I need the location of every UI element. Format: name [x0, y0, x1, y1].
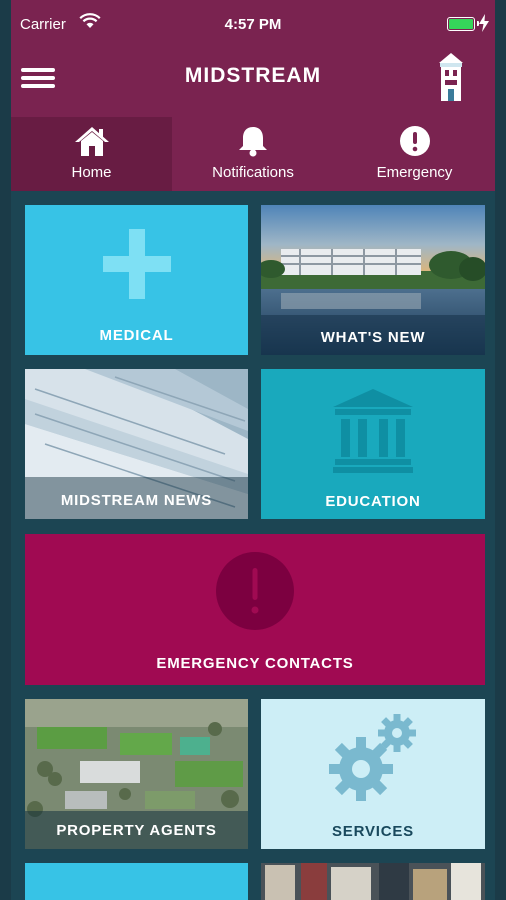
battery-icon	[447, 17, 479, 31]
tile-partial-right[interactable]	[261, 863, 485, 900]
app-title: MIDSTREAM	[184, 64, 322, 87]
building-icon	[333, 389, 413, 473]
plus-icon	[103, 229, 171, 299]
bell-icon	[239, 127, 267, 157]
exclamation-icon	[216, 552, 294, 630]
tile-whats-new-label: WHAT'S NEW	[320, 329, 426, 346]
tab-home[interactable]: Home	[11, 117, 172, 191]
app-screen: Carrier 4:57 PM MIDSTREAM Home Notificat…	[11, 0, 495, 900]
tab-emergency[interactable]: Emergency	[334, 117, 495, 191]
tile-midstream-news[interactable]: MIDSTREAM NEWS	[25, 369, 248, 519]
tile-education[interactable]: EDUCATION	[261, 369, 485, 519]
tab-notifications-label: Notifications	[212, 164, 294, 181]
exclamation-icon	[399, 126, 430, 156]
shop-photo	[261, 863, 485, 900]
tab-home-label: Home	[71, 164, 112, 181]
tile-emergency-contacts[interactable]: EMERGENCY CONTACTS	[25, 534, 485, 685]
tile-medical[interactable]: MEDICAL	[25, 205, 248, 355]
status-bar: Carrier 4:57 PM	[11, 0, 495, 38]
tab-emergency-label: Emergency	[376, 164, 453, 181]
tab-bar: Home Notifications Emergency	[11, 117, 495, 191]
clock: 4:57 PM	[224, 16, 282, 33]
app-header: Carrier 4:57 PM MIDSTREAM Home Notificat…	[11, 0, 495, 191]
tile-property-agents-label: PROPERTY AGENTS	[56, 822, 217, 839]
tile-services-label: SERVICES	[332, 823, 414, 840]
charging-bolt-icon	[479, 14, 489, 32]
logo-tower-icon	[439, 53, 463, 101]
gears-icon	[329, 714, 416, 801]
tile-emergency-contacts-label: EMERGENCY CONTACTS	[156, 655, 354, 672]
tile-property-agents[interactable]: PROPERTY AGENTS	[25, 699, 248, 849]
tile-whats-new[interactable]: WHAT'S NEW	[261, 205, 485, 355]
tab-notifications[interactable]: Notifications	[172, 117, 334, 191]
home-icon	[74, 127, 109, 156]
tile-partial-left[interactable]	[25, 863, 248, 900]
tile-medical-label: MEDICAL	[99, 327, 174, 344]
tile-education-label: EDUCATION	[325, 493, 421, 510]
tile-services[interactable]: SERVICES	[261, 699, 485, 849]
tile-midstream-news-label: MIDSTREAM NEWS	[60, 492, 213, 509]
